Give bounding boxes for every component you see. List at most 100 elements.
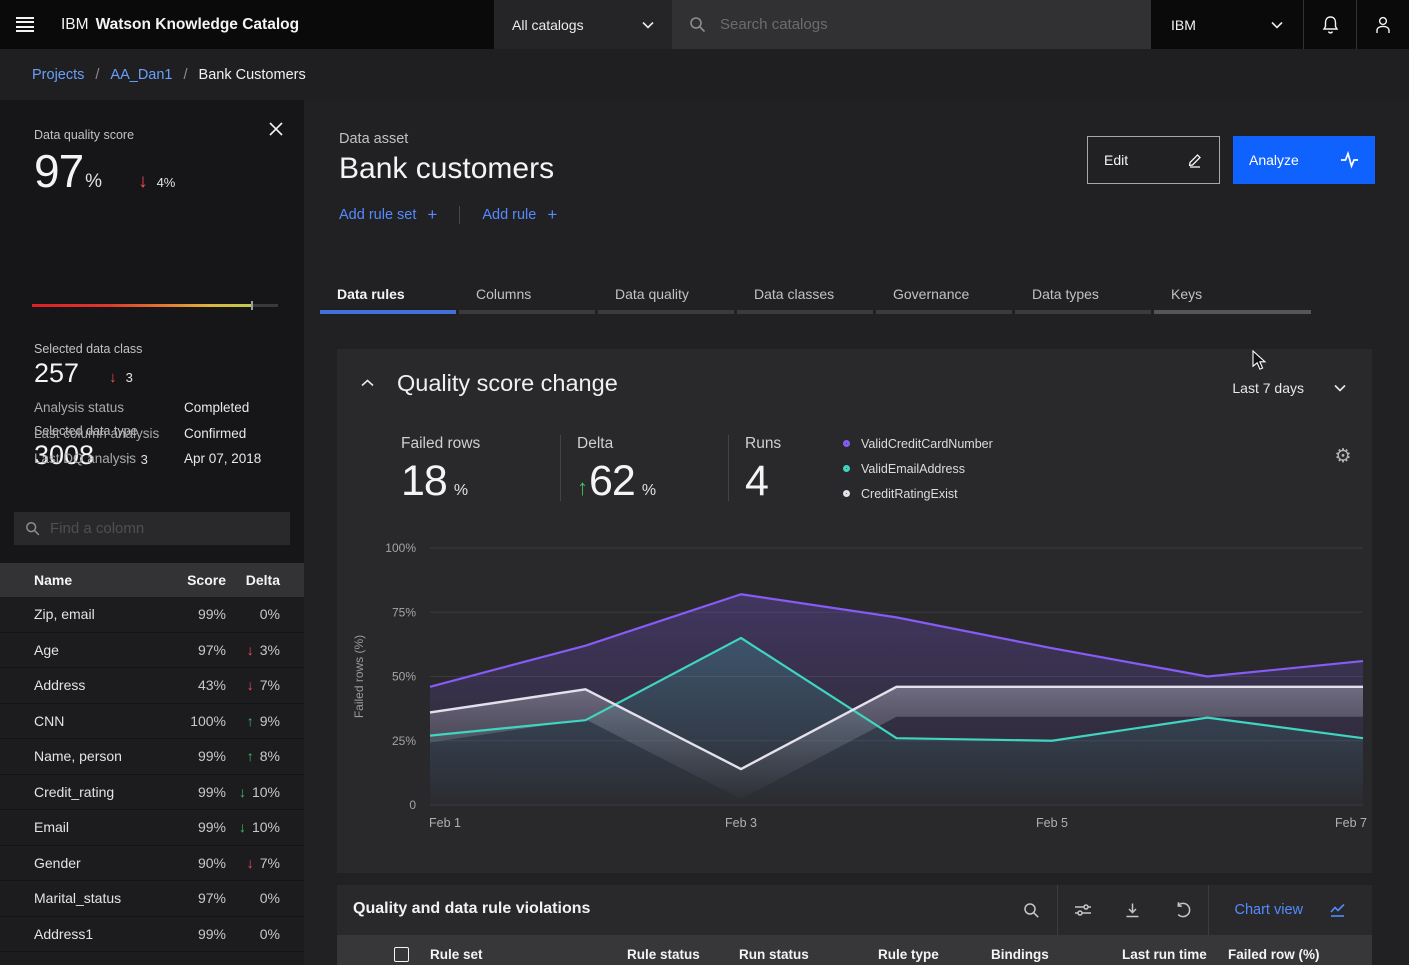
arrow-down-icon: ↓ xyxy=(247,855,254,871)
row-delta: ↓3% xyxy=(226,642,304,658)
header-search xyxy=(672,0,1151,49)
search-icon[interactable] xyxy=(1007,885,1057,935)
breadcrumb-item[interactable]: Projects xyxy=(32,67,84,83)
edit-button-label: Edit xyxy=(1104,152,1128,168)
page-title: Bank customers xyxy=(339,152,554,186)
column-search-box xyxy=(14,512,290,545)
violations-col-header: Rule type xyxy=(878,947,939,962)
svg-text:Feb 5: Feb 5 xyxy=(1036,816,1068,830)
row-name: Gender xyxy=(0,855,156,871)
svg-text:25%: 25% xyxy=(392,734,416,748)
tab-data-types[interactable]: Data types xyxy=(1015,277,1151,314)
svg-text:Feb 3: Feb 3 xyxy=(725,816,757,830)
add-rule-button[interactable]: Add rule+ xyxy=(482,205,557,225)
meta-label: Analysis status xyxy=(34,400,184,426)
table-row[interactable]: Address199%0% xyxy=(0,917,304,953)
quality-score-label: Data quality score xyxy=(34,128,134,142)
row-delta: ↑9% xyxy=(226,713,304,729)
row-delta-value: 0% xyxy=(260,926,280,942)
tab-keys[interactable]: Keys xyxy=(1154,277,1311,314)
analyze-button-label: Analyze xyxy=(1249,152,1299,168)
data-class-value: 257 xyxy=(34,358,79,389)
table-row[interactable]: Credit_rating99%↓10% xyxy=(0,775,304,811)
analyze-button[interactable]: Analyze xyxy=(1233,136,1375,184)
tab-columns[interactable]: Columns xyxy=(459,277,595,314)
breadcrumb-separator: / xyxy=(95,67,99,83)
violations-title: Quality and data rule violations xyxy=(353,900,590,918)
meta-row: Last column analysisConfirmed xyxy=(34,426,284,452)
edit-button[interactable]: Edit xyxy=(1087,136,1220,184)
row-delta-value: 0% xyxy=(260,890,280,906)
user-profile-button[interactable] xyxy=(1356,0,1409,49)
row-name: Name, person xyxy=(0,748,156,764)
plus-icon: + xyxy=(427,205,437,225)
col-header-score: Score xyxy=(156,572,226,588)
catalogs-dropdown[interactable]: All catalogs xyxy=(494,0,672,49)
filter-sliders-icon[interactable] xyxy=(1058,885,1108,935)
add-rule-label: Add rule xyxy=(482,207,536,223)
table-row[interactable]: CNN100%↑9% xyxy=(0,704,304,740)
row-name: Zip, email xyxy=(0,606,156,622)
violations-col-header: Run status xyxy=(739,947,809,962)
row-delta: ↓ 10% xyxy=(226,819,304,835)
arrow-down-icon: ↓ xyxy=(247,642,254,658)
download-icon[interactable] xyxy=(1108,885,1158,935)
menu-icon[interactable] xyxy=(0,0,49,49)
quality-gradient-bar xyxy=(32,301,278,310)
row-name: Email xyxy=(0,819,156,835)
violations-toolbar: Chart view xyxy=(1007,885,1373,935)
violations-card: Quality and data rule violations Chart v… xyxy=(337,885,1372,965)
search-catalogs-input[interactable] xyxy=(720,16,1134,33)
table-row[interactable]: Marital_status97% 0% xyxy=(0,881,304,917)
chart-view-button[interactable]: Chart view xyxy=(1209,885,1373,935)
reset-refresh-icon[interactable] xyxy=(1158,885,1208,935)
table-row[interactable]: Address43%↓7% xyxy=(0,668,304,704)
svg-text:Feb 7: Feb 7 xyxy=(1335,816,1367,830)
table-row[interactable]: Gender90%↓7% xyxy=(0,846,304,882)
meta-value: Confirmed xyxy=(184,426,246,452)
row-delta: 0% xyxy=(226,890,304,906)
gradient-fill xyxy=(32,304,253,307)
search-icon xyxy=(689,16,706,33)
tab-governance[interactable]: Governance xyxy=(876,277,1012,314)
row-name: Marital_status xyxy=(0,890,156,906)
table-row[interactable]: Age97%↓3% xyxy=(0,633,304,669)
notifications-button[interactable] xyxy=(1303,0,1356,49)
quality-score-value-row: 97 % ↓ 4% xyxy=(34,144,175,198)
tab-data-quality[interactable]: Data quality xyxy=(598,277,734,314)
table-row[interactable]: Zip, email99%0% xyxy=(0,597,304,633)
brand-name: Watson Knowledge Catalog xyxy=(96,16,300,33)
find-column-input[interactable] xyxy=(50,520,279,537)
svg-text:Failed rows (%): Failed rows (%) xyxy=(352,635,366,718)
add-rule-set-button[interactable]: Add rule set + xyxy=(339,205,437,225)
row-delta-value: 10% xyxy=(252,819,280,835)
arrow-down-icon: ↓ xyxy=(239,784,246,800)
close-icon[interactable] xyxy=(269,118,291,140)
search-icon xyxy=(25,521,40,536)
gradient-tail xyxy=(253,304,278,307)
row-delta-value: 10% xyxy=(252,784,280,800)
table-row[interactable]: Name, person99%↑8% xyxy=(0,739,304,775)
row-name: Address xyxy=(0,677,156,693)
add-rule-set-label: Add rule set xyxy=(339,207,416,223)
divider xyxy=(459,206,460,224)
account-dropdown[interactable]: IBM xyxy=(1151,0,1303,49)
main-content: Data asset Bank customers Add rule set+ … xyxy=(304,100,1409,965)
breadcrumb-item[interactable]: AA_Dan1 xyxy=(110,67,172,83)
columns-table-header: Name Score Delta xyxy=(0,563,304,597)
tab-data-rules[interactable]: Data rules xyxy=(320,277,456,314)
tab-data-classes[interactable]: Data classes xyxy=(737,277,873,314)
line-chart-icon xyxy=(1329,902,1346,918)
breadcrumb-item: Bank Customers xyxy=(199,67,306,83)
table-row[interactable]: ↑ xyxy=(0,952,304,965)
meta-row: Last DQ analysisApr 07, 2018 xyxy=(34,451,284,477)
violations-col-header: Rule status xyxy=(627,947,700,962)
quality-score-change-card: Quality score change Last 7 days Failed … xyxy=(337,349,1372,873)
asset-type-label: Data asset xyxy=(339,131,408,147)
arrow-down-icon: ↓ xyxy=(239,819,246,835)
table-row[interactable]: Email99%↓10% xyxy=(0,810,304,846)
row-score: 97% xyxy=(156,890,226,906)
meta-value: Completed xyxy=(184,400,249,426)
top-header: IBM Watson Knowledge Catalog All catalogs… xyxy=(0,0,1409,49)
select-all-checkbox[interactable] xyxy=(394,947,409,962)
